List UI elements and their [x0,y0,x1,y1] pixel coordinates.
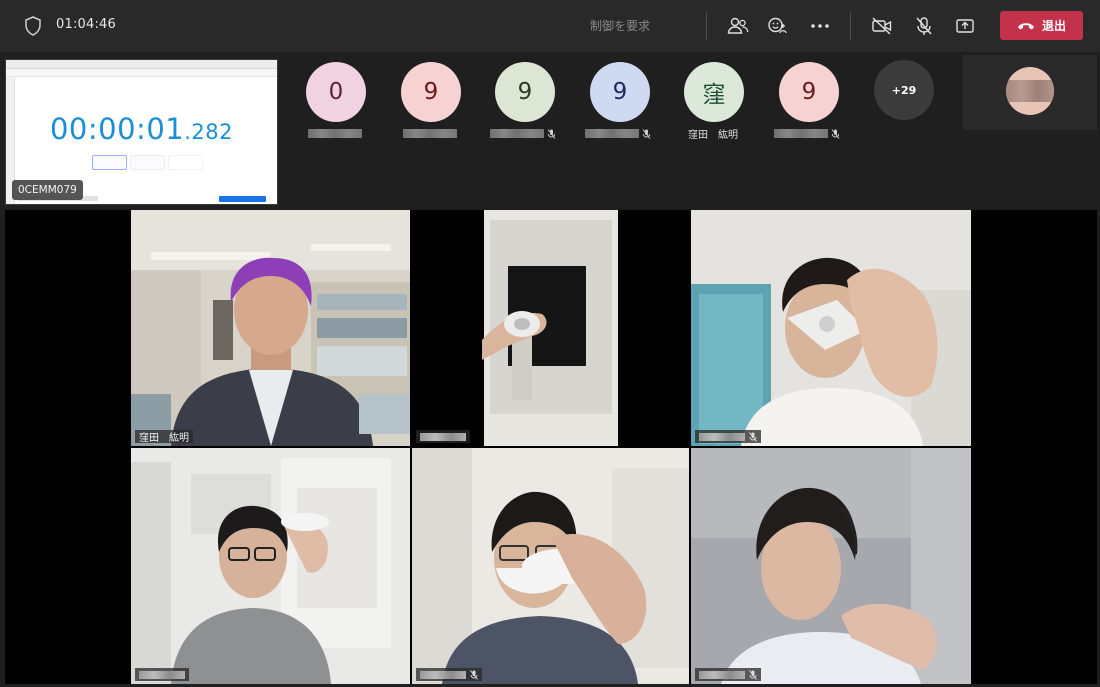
video-tile[interactable] [691,210,971,446]
video-grid: 窪田 紘明 [5,210,1097,684]
participant-name-tag [416,668,482,681]
stopwatch-button [168,155,203,170]
video-tile[interactable] [131,448,410,684]
video-tile[interactable]: 窪田 紘明 [131,210,410,446]
participant-video [691,210,971,446]
camera-off-icon[interactable] [870,14,894,38]
participant-video [412,448,689,684]
reactions-icon[interactable] [766,14,790,38]
browser-tab-bar [6,60,277,69]
self-avatar[interactable] [1006,67,1054,115]
divider [850,12,851,40]
participant-name-redacted [774,128,840,139]
more-options-icon[interactable] [808,14,832,38]
video-tile[interactable] [412,210,618,446]
stopwatch-main: 00:00:01 [49,112,185,146]
mic-muted-icon [749,669,757,680]
mic-muted-icon[interactable] [912,14,936,38]
video-tile[interactable] [691,448,971,684]
participant-name-redacted [420,670,466,679]
mic-muted-icon [642,128,651,139]
participant-name-redacted [490,128,556,139]
participant-name-redacted [699,670,745,679]
participant-name-tag [135,668,189,681]
mic-muted-icon [749,431,757,442]
participant-avatar[interactable]: 9 [495,62,555,122]
mic-muted-icon [547,128,556,139]
page-action-button [219,196,266,202]
presenter-name-tag: 0CEMM079 [12,180,83,200]
participant-name-redacted [139,670,185,679]
participant-name-redacted [699,432,745,441]
stopwatch-button [92,155,127,170]
more-participants-button[interactable]: +29 [874,60,934,120]
participant-avatar[interactable]: 9 [590,62,650,122]
stopwatch-button [130,155,165,170]
leave-button[interactable]: 退出 [1000,11,1083,40]
participant-video [131,210,410,446]
participant-avatar[interactable]: 9 [779,62,839,122]
divider [706,12,707,40]
participant-avatar[interactable]: 窪 [684,62,744,122]
participant-avatar[interactable]: 0 [306,62,366,122]
participant-name-redacted [308,128,362,139]
participant-name-tag [695,430,761,443]
browser-address-bar [6,69,277,77]
participant-name-tag [416,430,470,443]
phone-hangup-icon [1017,22,1034,29]
participant-video [412,210,618,446]
share-tray-icon[interactable] [953,14,977,38]
participant-name: 窪田 紘明 [688,130,738,141]
request-control-button[interactable]: 制御を要求 [590,17,650,34]
teams-meeting-window: 01:04:46 制御を要求 退出 00:00:01.282 0CEMM079 … [0,0,1100,687]
participant-name-redacted [403,128,457,139]
stopwatch-fraction: .282 [184,120,233,144]
leave-label: 退出 [1041,19,1066,33]
mic-muted-icon [470,669,478,680]
participant-avatar[interactable]: 9 [401,62,461,122]
participants-icon[interactable] [726,14,750,38]
video-tile[interactable] [412,448,689,684]
participant-name-redacted [420,432,466,441]
participant-name: 窪田 紘明 [139,433,189,444]
participant-name-tag [695,668,761,681]
participant-video [131,448,410,684]
participant-video [691,448,971,684]
meeting-elapsed-time: 01:04:46 [56,17,116,32]
stopwatch-readout: 00:00:01.282 [6,112,277,146]
participant-name-redacted [585,128,651,139]
shield-icon[interactable] [24,16,42,36]
meeting-control-bar: 01:04:46 制御を要求 退出 [0,0,1100,52]
participant-name-tag: 窪田 紘明 [135,430,193,444]
mic-muted-icon [831,128,840,139]
avatar-redaction [1006,80,1054,102]
